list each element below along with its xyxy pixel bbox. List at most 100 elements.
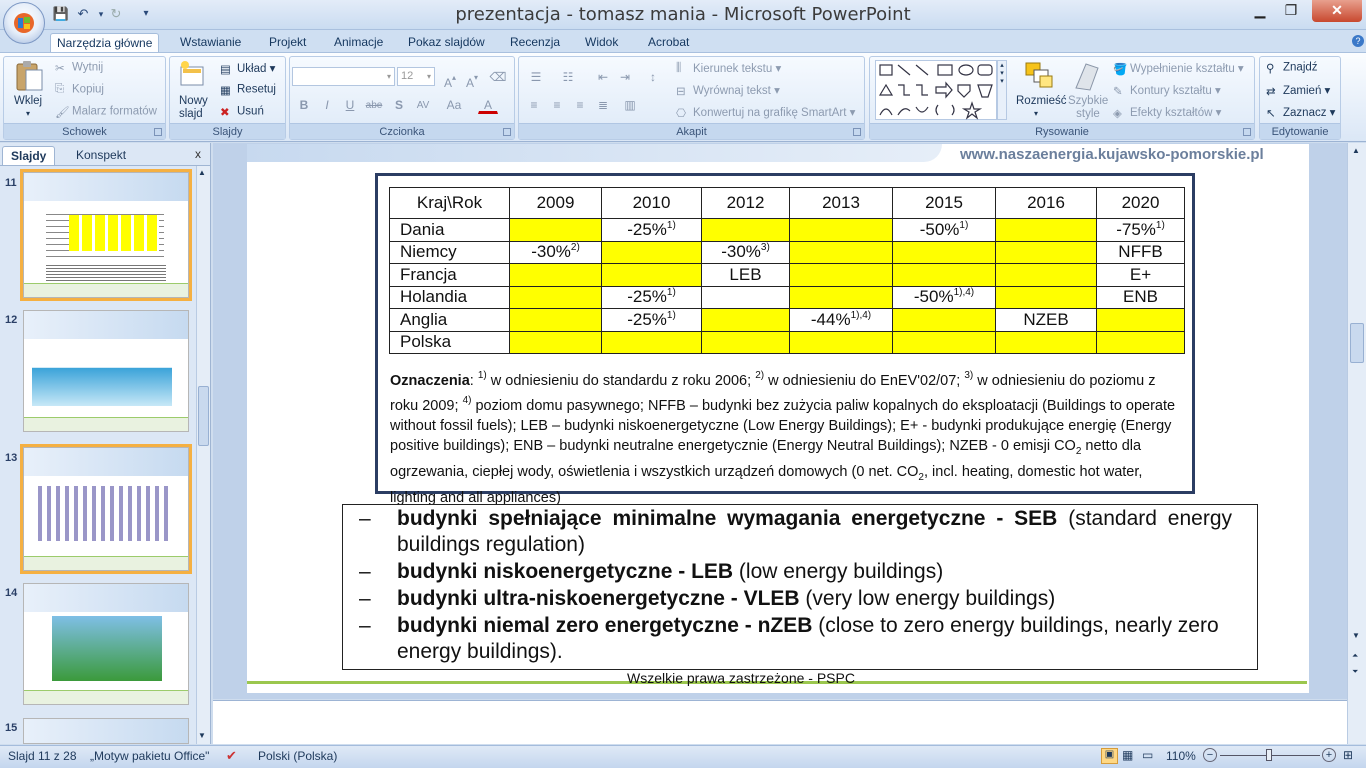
customize-toolbar-icon[interactable]: ▾: [137, 5, 155, 23]
undo-icon[interactable]: ↶: [74, 5, 92, 23]
zoom-level[interactable]: 110%: [1166, 749, 1196, 763]
previous-slide-icon[interactable]: ⏶: [1352, 651, 1358, 661]
spell-check-icon[interactable]: ✔: [226, 748, 237, 764]
reset-button[interactable]: ▦ Resetuj: [220, 83, 276, 97]
notes-pane[interactable]: [213, 700, 1347, 744]
justify-icon[interactable]: ≣: [593, 95, 613, 114]
tab-design[interactable]: Projekt: [263, 33, 312, 52]
strikethrough-button[interactable]: abe: [364, 95, 384, 114]
slide-thumbnail-15[interactable]: [23, 718, 189, 744]
zoom-in-icon[interactable]: +: [1322, 748, 1336, 762]
font-size-combo[interactable]: 12 ▾: [397, 67, 435, 86]
numbering-icon[interactable]: ☷: [558, 67, 578, 86]
tab-review[interactable]: Recenzja: [504, 33, 566, 52]
bullets-icon[interactable]: ☰: [526, 67, 546, 86]
slide-sorter-icon[interactable]: ▦: [1122, 748, 1133, 762]
dialog-launcher-icon[interactable]: [1243, 128, 1251, 136]
shape-outline-button[interactable]: ✎ Kontury kształtu ▾: [1113, 83, 1221, 98]
quick-styles-icon[interactable]: [1072, 60, 1102, 92]
close-pane-icon[interactable]: x: [195, 147, 201, 161]
cut-button[interactable]: ✂ Wytnij: [55, 61, 103, 75]
scroll-up-icon[interactable]: ▲: [198, 168, 206, 177]
columns-icon[interactable]: ▥: [620, 95, 640, 114]
language-indicator[interactable]: Polski (Polska): [258, 749, 337, 763]
smartart-button[interactable]: ⎔ Konwertuj na grafikę SmartArt ▾: [676, 105, 855, 120]
shape-fill-button[interactable]: 🪣 Wypełnienie kształtu ▾: [1113, 61, 1244, 76]
tab-outline-pane[interactable]: Konspekt: [68, 146, 134, 165]
slide-scrollbar[interactable]: ▲ ▼ ⏶ ⏷: [1347, 143, 1366, 744]
theme-name[interactable]: „Motyw pakietu Office": [90, 749, 209, 763]
close-button[interactable]: ✕: [1312, 0, 1362, 22]
slide-thumbnail-14[interactable]: [23, 583, 189, 705]
next-slide-icon[interactable]: ⏷: [1352, 667, 1358, 677]
delete-button[interactable]: ✖ Usuń: [220, 105, 264, 119]
fit-slide-icon[interactable]: ⊞: [1343, 748, 1353, 762]
char-spacing-button[interactable]: AV: [413, 95, 433, 114]
text-direction-button[interactable]: ⫼ Kierunek tekstu ▾: [676, 61, 781, 75]
zoom-slider-thumb[interactable]: [1266, 749, 1272, 761]
save-icon[interactable]: 💾: [52, 5, 70, 23]
clear-format-icon[interactable]: ⌫: [488, 67, 508, 86]
slides-pane-scrollbar[interactable]: ▲ ▼: [196, 166, 210, 744]
decrease-indent-icon[interactable]: ⇤: [593, 67, 613, 86]
grow-font-icon[interactable]: A▴: [440, 67, 460, 90]
dialog-launcher-icon[interactable]: [853, 128, 861, 136]
arrange-icon[interactable]: [1022, 60, 1056, 90]
shapes-gallery-scroll[interactable]: ▴ ▾ ▾: [997, 60, 1007, 120]
align-center-icon[interactable]: ≡: [547, 95, 567, 114]
italic-button[interactable]: I: [317, 95, 337, 114]
redo-icon[interactable]: ↻: [107, 5, 125, 23]
align-right-icon[interactable]: ≡: [570, 95, 590, 114]
change-case-button[interactable]: Aa: [444, 95, 464, 114]
font-name-combo[interactable]: ▾: [292, 67, 395, 86]
layout-button[interactable]: ▤ Układ ▾: [220, 61, 275, 76]
scroll-thumb[interactable]: [1350, 323, 1364, 363]
paste-dropdown-icon[interactable]: ▾: [26, 109, 30, 118]
energy-standards-table[interactable]: Kraj\Rok 2009 2010 2012 2013 2015 2016 2…: [389, 187, 1185, 354]
font-color-button[interactable]: A: [478, 95, 498, 114]
maximize-button[interactable]: ❐: [1272, 0, 1310, 22]
replace-button[interactable]: ⇄ Zamień ▾: [1266, 83, 1330, 98]
arrange-button[interactable]: Rozmieść: [1016, 95, 1066, 107]
scroll-up-icon[interactable]: ▲: [1352, 146, 1360, 155]
arrange-dropdown-icon[interactable]: ▾: [1034, 109, 1038, 118]
dialog-launcher-icon[interactable]: [503, 128, 511, 136]
tab-view[interactable]: Widok: [579, 33, 624, 52]
slide-thumbnail-13[interactable]: [20, 444, 192, 574]
tab-insert[interactable]: Wstawianie: [174, 33, 247, 52]
slideshow-view-icon[interactable]: ▭: [1142, 748, 1153, 762]
tab-acrobat[interactable]: Acrobat: [642, 33, 695, 52]
help-icon[interactable]: ?: [1352, 35, 1364, 47]
scroll-thumb[interactable]: [198, 386, 209, 446]
paste-button[interactable]: Wklej: [14, 95, 42, 107]
paste-icon[interactable]: [14, 60, 44, 92]
align-text-button[interactable]: ⊟ Wyrównaj tekst ▾: [676, 83, 780, 98]
normal-view-icon[interactable]: ▣: [1101, 748, 1118, 764]
tab-home[interactable]: Narzędzia główne: [50, 33, 160, 52]
shrink-font-icon[interactable]: A▾: [462, 67, 482, 90]
line-spacing-icon[interactable]: ↕: [643, 67, 663, 86]
dialog-launcher-icon[interactable]: [154, 128, 162, 136]
scroll-down-icon[interactable]: ▼: [198, 731, 206, 740]
zoom-out-icon[interactable]: −: [1203, 748, 1217, 762]
new-slide-button[interactable]: Nowy slajd: [179, 95, 213, 121]
shapes-gallery[interactable]: [875, 60, 997, 120]
tab-animations[interactable]: Animacje: [328, 33, 389, 52]
new-slide-icon[interactable]: [178, 60, 206, 90]
slide-thumbnail-11[interactable]: [20, 169, 192, 301]
office-button[interactable]: [3, 2, 45, 44]
scroll-down-icon[interactable]: ▼: [1352, 631, 1360, 640]
align-left-icon[interactable]: ≡: [524, 95, 544, 114]
underline-button[interactable]: U: [340, 95, 360, 114]
format-painter-button[interactable]: 🖌 Malarz formatów: [55, 105, 157, 119]
tab-slides-pane[interactable]: Slajdy: [2, 146, 56, 165]
bold-button[interactable]: B: [294, 95, 314, 114]
slide-thumbnail-12[interactable]: [23, 310, 189, 432]
find-button[interactable]: ⚲ Znajdź: [1266, 61, 1318, 75]
shadow-button[interactable]: S: [389, 95, 409, 114]
select-button[interactable]: ↖ Zaznacz ▾: [1266, 105, 1335, 120]
tab-slideshow[interactable]: Pokaz slajdów: [402, 33, 491, 52]
shape-effects-button[interactable]: ◈ Efekty kształtów ▾: [1113, 105, 1221, 120]
increase-indent-icon[interactable]: ⇥: [615, 67, 635, 86]
quick-styles-button[interactable]: Szybkie style: [1068, 95, 1108, 121]
